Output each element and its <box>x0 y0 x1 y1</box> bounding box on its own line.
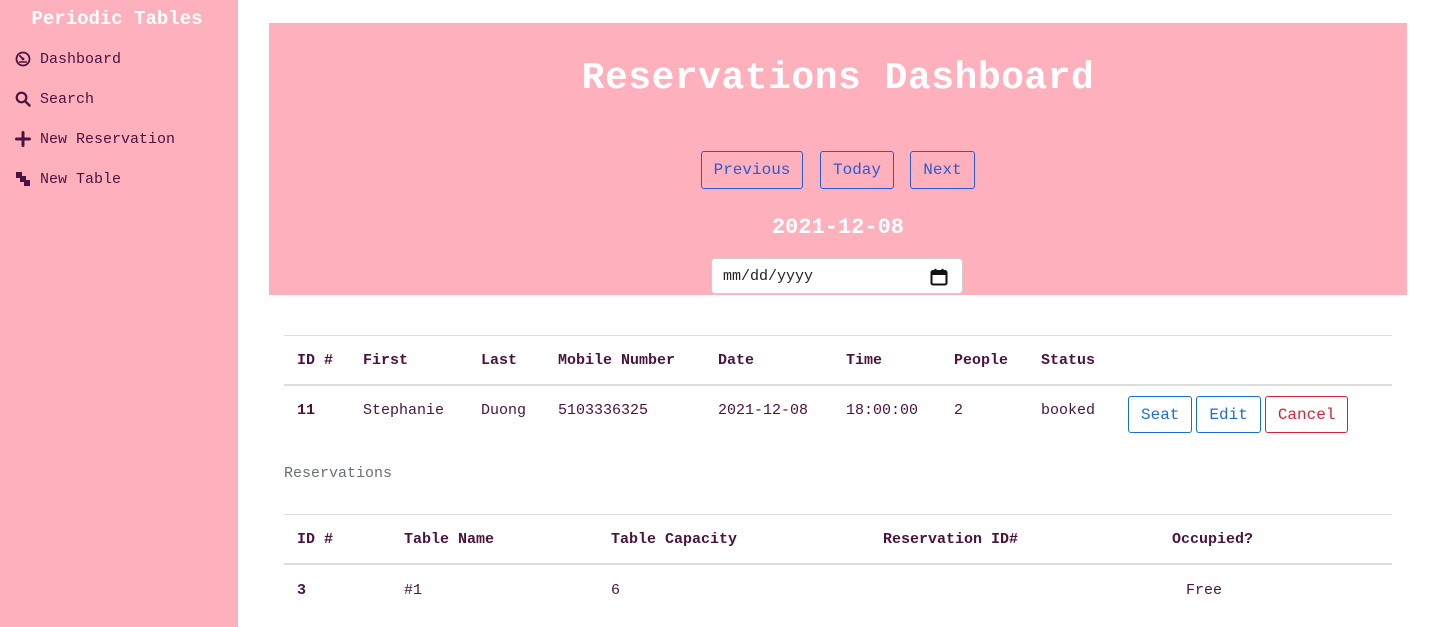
column-header: ID # <box>297 351 334 369</box>
tables-table: ID # Table Name Table Capacity Reservati… <box>284 514 1392 615</box>
reservation-last-name: Duong <box>481 402 527 419</box>
sidebar: Periodic Tables Dashboard Search New Res… <box>0 0 238 627</box>
reservation-mobile: 5103336325 <box>558 402 649 419</box>
reservation-people: 2 <box>954 402 964 419</box>
edit-button[interactable]: Edit <box>1196 396 1261 433</box>
column-header: Last <box>481 351 518 369</box>
reservation-status: booked <box>1041 402 1096 419</box>
column-header: Mobile Number <box>558 351 676 369</box>
table-row: 3 #1 6 Free <box>284 564 1392 615</box>
column-header: People <box>954 351 1009 369</box>
column-header: Time <box>846 351 883 369</box>
column-header-actions <box>1119 336 1392 386</box>
reservation-date: 2021-12-08 <box>718 402 809 419</box>
sidebar-item-label: Dashboard <box>40 50 122 68</box>
sidebar-item-new-reservation[interactable]: New Reservation <box>14 128 175 150</box>
reservations-caption: Reservations <box>284 465 393 482</box>
reservation-actions: Seat Edit Cancel <box>1119 385 1392 452</box>
sidebar-item-label: Search <box>40 90 95 108</box>
calendar-icon[interactable] <box>930 268 948 291</box>
sidebar-item-search[interactable]: Search <box>14 88 94 110</box>
column-header: ID # <box>297 530 334 548</box>
table-header-row: ID # Table Name Table Capacity Reservati… <box>284 514 1392 564</box>
column-header: Reservation ID# <box>883 530 1019 548</box>
reservation-time: 18:00:00 <box>846 402 919 419</box>
reservation-id: 11 <box>297 402 316 419</box>
reservations-table: ID # First Last Mobile Number Date Time … <box>284 335 1392 452</box>
table-icon <box>14 170 32 188</box>
table-occupied: Free <box>1186 581 1223 599</box>
date-input[interactable]: mm/dd/yyyy <box>711 258 963 294</box>
table-name: #1 <box>404 581 423 599</box>
dashboard-icon <box>14 50 32 68</box>
plus-icon <box>14 130 32 148</box>
column-header: First <box>363 351 409 369</box>
reservation-first-name: Stephanie <box>363 402 445 419</box>
sidebar-item-label: New Reservation <box>40 130 176 148</box>
sidebar-item-dashboard[interactable]: Dashboard <box>14 48 121 70</box>
page-title: Reservations Dashboard <box>581 57 1095 100</box>
table-row: 11 Stephanie Duong 5103336325 2021-12-08… <box>284 385 1392 452</box>
previous-button[interactable]: Previous <box>701 151 803 189</box>
column-header: Date <box>718 351 755 369</box>
dashboard-header: Reservations Dashboard Previous Today Ne… <box>269 23 1407 295</box>
seat-button[interactable]: Seat <box>1128 396 1193 433</box>
search-icon <box>14 90 32 108</box>
table-header-row: ID # First Last Mobile Number Date Time … <box>284 335 1392 386</box>
date-placeholder: mm/dd/yyyy <box>723 267 814 285</box>
sidebar-item-new-table[interactable]: New Table <box>14 168 121 190</box>
column-header: Table Capacity <box>611 530 738 548</box>
app-brand[interactable]: Periodic Tables <box>0 8 234 30</box>
next-button[interactable]: Next <box>910 151 975 189</box>
cancel-button[interactable]: Cancel <box>1264 396 1349 433</box>
today-button[interactable]: Today <box>820 151 894 189</box>
column-header: Status <box>1041 351 1096 369</box>
current-date: 2021-12-08 <box>771 215 905 240</box>
sidebar-item-label: New Table <box>40 170 122 188</box>
column-header: Table Name <box>404 530 495 548</box>
table-id: 3 <box>297 581 307 599</box>
table-capacity: 6 <box>611 581 621 599</box>
table-reservation-id <box>870 564 1146 615</box>
column-header: Occupied? <box>1172 530 1254 548</box>
